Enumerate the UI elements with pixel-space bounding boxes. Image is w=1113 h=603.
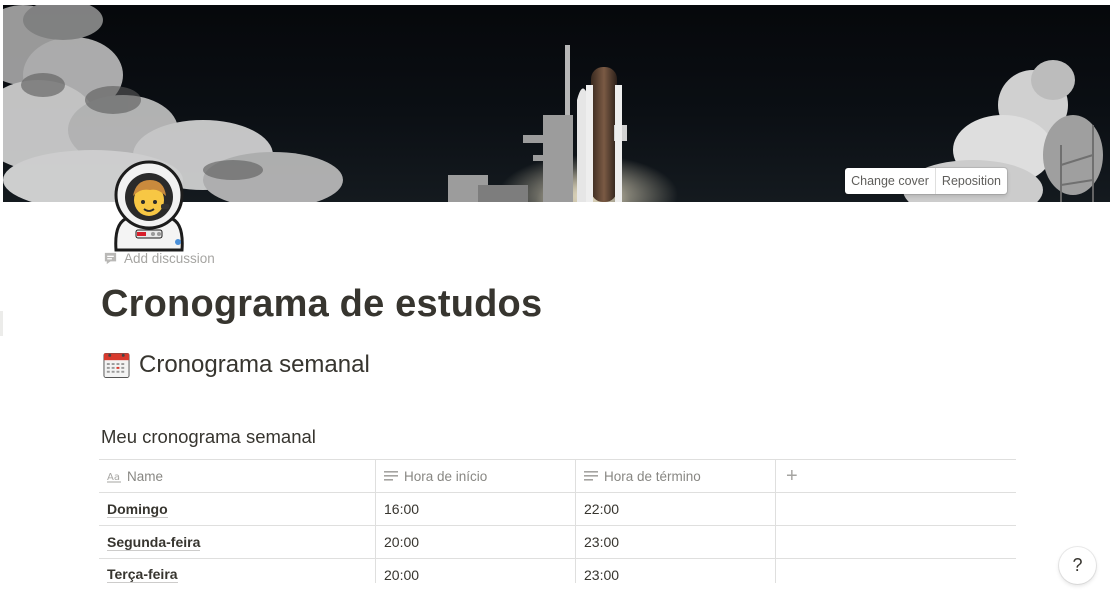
column-header-start-time[interactable]: Hora de início: [375, 460, 575, 492]
add-discussion-button[interactable]: Add discussion: [103, 251, 215, 266]
row-empty-cell[interactable]: [775, 526, 1016, 558]
row-name-cell[interactable]: Segunda-feira: [99, 526, 375, 558]
change-cover-button[interactable]: Change cover: [845, 168, 935, 194]
row-name-cell[interactable]: Terça-feira: [99, 559, 375, 583]
text-lines-icon: [384, 471, 398, 481]
row-empty-cell[interactable]: [775, 493, 1016, 525]
add-column-button[interactable]: +: [775, 460, 1016, 492]
text-lines-icon: [584, 471, 598, 481]
table-row[interactable]: Terça-feira 20:00 23:00: [99, 559, 1016, 583]
row-end-cell[interactable]: 23:00: [575, 559, 775, 583]
database-title[interactable]: Meu cronograma semanal: [101, 426, 316, 448]
calendar-emoji-icon: [103, 352, 130, 379]
table-header-row: Aa Name Hora de início Hora de término +: [99, 460, 1016, 493]
svg-text:Aa: Aa: [107, 472, 120, 483]
comment-icon: [104, 252, 117, 265]
help-button[interactable]: ?: [1059, 547, 1096, 584]
column-header-end-time[interactable]: Hora de término: [575, 460, 775, 492]
page-title[interactable]: Cronograma de estudos: [101, 283, 542, 326]
title-aa-icon: Aa: [107, 472, 121, 483]
section-heading-text: Cronograma semanal: [139, 351, 370, 378]
row-end-cell[interactable]: 22:00: [575, 493, 775, 525]
cover-actions: Change cover Reposition: [845, 168, 1007, 194]
add-discussion-label: Add discussion: [124, 251, 215, 266]
astronaut-emoji-icon: [114, 160, 184, 252]
row-start-cell[interactable]: 16:00: [375, 493, 575, 525]
row-name-cell[interactable]: Domingo: [99, 493, 375, 525]
table-row[interactable]: Domingo 16:00 22:00: [99, 493, 1016, 526]
row-end-cell[interactable]: 23:00: [575, 526, 775, 558]
database-table: Aa Name Hora de início Hora de término +…: [99, 459, 1016, 583]
row-start-cell[interactable]: 20:00: [375, 559, 575, 583]
sidebar-edge: [0, 311, 3, 336]
reposition-button[interactable]: Reposition: [934, 168, 1007, 194]
section-heading[interactable]: Cronograma semanal: [103, 351, 370, 379]
row-start-cell[interactable]: 20:00: [375, 526, 575, 558]
column-header-name[interactable]: Aa Name: [99, 460, 375, 492]
row-empty-cell[interactable]: [775, 559, 1016, 583]
page-icon[interactable]: [106, 160, 192, 252]
table-row[interactable]: Segunda-feira 20:00 23:00: [99, 526, 1016, 559]
